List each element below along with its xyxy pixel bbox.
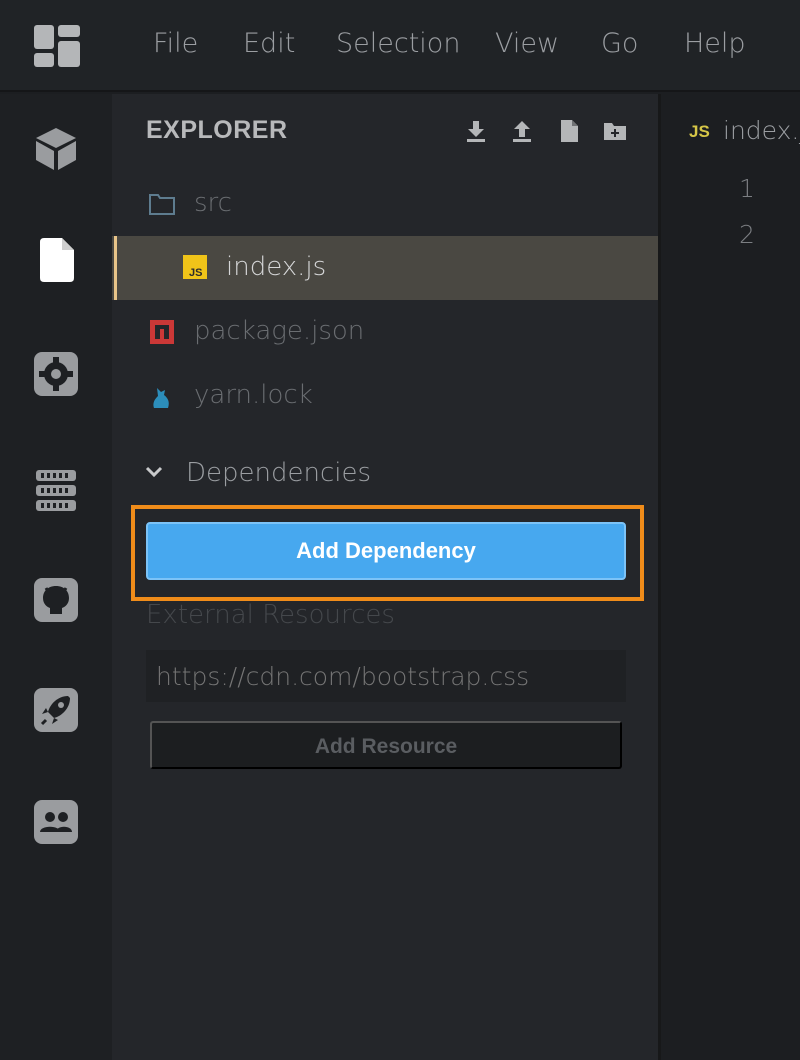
explorer-sidebar: EXPLORER src JS index.js package.json ya… <box>112 94 658 1060</box>
tree-item-package-json[interactable]: package.json <box>112 300 658 364</box>
tree-item-yarn-lock[interactable]: yarn.lock <box>112 364 658 428</box>
menu-go[interactable]: Go <box>601 28 638 59</box>
file-icon[interactable] <box>32 236 80 284</box>
tree-item-label: package.json <box>194 316 365 346</box>
folder-icon <box>148 190 176 218</box>
add-resource-button[interactable]: Add Resource <box>150 721 622 769</box>
yarn-icon <box>148 382 176 410</box>
activity-bar <box>0 94 112 1060</box>
tree-item-label: src <box>194 188 232 218</box>
gear-icon[interactable] <box>32 350 80 398</box>
chevron-down-icon <box>142 460 166 484</box>
app-logo-icon[interactable] <box>34 25 80 67</box>
line-number: 2 <box>739 220 755 249</box>
explorer-actions <box>447 118 628 144</box>
upload-icon[interactable] <box>509 118 535 144</box>
editor-pane: JS index.js 1 2 <box>661 94 800 1060</box>
menu-bar: File Edit Selection View Go Help <box>0 0 800 92</box>
github-icon[interactable] <box>32 576 80 624</box>
server-icon[interactable] <box>32 466 80 514</box>
tree-item-src[interactable]: src <box>112 172 658 236</box>
download-icon[interactable] <box>463 118 489 144</box>
external-resources-label: External Resources <box>146 600 395 630</box>
js-badge-icon: JS <box>689 122 710 141</box>
explorer-title: EXPLORER <box>146 116 288 144</box>
new-file-icon[interactable] <box>556 118 582 144</box>
npm-icon <box>148 318 176 346</box>
tab-label: index.js <box>723 116 800 145</box>
add-dependency-button[interactable]: Add Dependency <box>146 522 626 580</box>
users-icon[interactable] <box>32 798 80 846</box>
dependencies-label: Dependencies <box>186 458 372 488</box>
svg-text:JS: JS <box>189 267 202 279</box>
menu-edit[interactable]: Edit <box>243 28 295 59</box>
new-folder-icon[interactable] <box>602 118 628 144</box>
menu-selection[interactable]: Selection <box>336 28 460 59</box>
rocket-icon[interactable] <box>32 686 80 734</box>
tree-item-label: index.js <box>226 252 327 282</box>
resource-url-input[interactable] <box>146 650 626 702</box>
tree-item-index-js[interactable]: JS index.js <box>112 236 658 300</box>
cube-icon[interactable] <box>32 124 80 172</box>
js-file-icon: JS <box>182 254 210 282</box>
line-number: 1 <box>739 174 755 203</box>
tree-item-label: yarn.lock <box>194 380 313 410</box>
menu-file[interactable]: File <box>153 28 198 59</box>
menu-view[interactable]: View <box>495 28 559 59</box>
menu-help[interactable]: Help <box>684 28 746 59</box>
